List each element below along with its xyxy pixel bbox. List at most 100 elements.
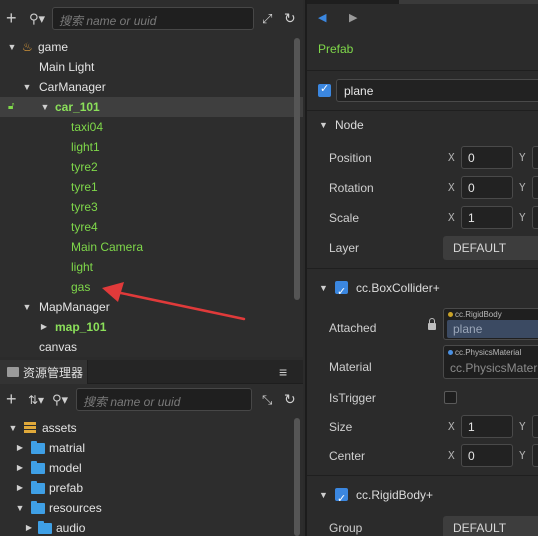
chevron-down-icon[interactable]: ▼	[319, 482, 328, 508]
group-dropdown[interactable]: DEFAULT	[443, 516, 538, 536]
tree-row[interactable]: light1	[0, 137, 303, 157]
axis-x-label: X	[448, 181, 455, 194]
chevron-right-icon[interactable]: ▶	[24, 518, 34, 536]
tree-row-game[interactable]: ▼ ♨ game	[0, 37, 303, 57]
center-y-input[interactable]	[532, 444, 538, 467]
tree-row-gas[interactable]: gas	[0, 277, 303, 297]
folder-icon	[38, 521, 52, 534]
tree-label: light	[71, 260, 94, 274]
tree-row-selected[interactable]: 🔓︎ ▼ car_101	[0, 97, 303, 117]
center-x-input[interactable]: 0	[461, 444, 513, 467]
hierarchy-scrollbar[interactable]	[294, 38, 300, 300]
menu-icon[interactable]: ≡	[279, 364, 287, 380]
tree-label: canvas	[39, 340, 78, 354]
folder-icon	[31, 461, 45, 474]
axis-y-label: Y	[519, 211, 526, 224]
chevron-down-icon[interactable]: ▼	[319, 112, 328, 138]
assets-tabbar: 资源管理器 ≡	[0, 360, 303, 384]
forward-arrow-icon[interactable]: ▶	[349, 11, 357, 24]
search-filter-icon[interactable]: ⚲▾	[52, 392, 68, 408]
collapse-icon[interactable]: ⤡	[262, 392, 272, 408]
tree-label: Main Camera	[71, 240, 144, 254]
position-y-input[interactable]	[532, 146, 538, 169]
tree-row[interactable]: tyre1	[0, 177, 303, 197]
hierarchy-search-input[interactable]: 搜索 name or uuid	[52, 7, 254, 30]
tree-row[interactable]: taxi04	[0, 117, 303, 137]
axis-y-label: Y	[519, 420, 526, 433]
tab-assets[interactable]: 资源管理器	[0, 360, 88, 384]
size-x-input[interactable]: 1	[461, 415, 513, 438]
assets-search-input[interactable]: 搜索 name or uuid	[76, 388, 252, 411]
chevron-down-icon[interactable]: ▼	[15, 498, 25, 518]
chevron-down-icon[interactable]: ▼	[319, 275, 328, 301]
axis-y-label: Y	[519, 449, 526, 462]
scale-x-input[interactable]: 1	[461, 206, 513, 229]
node-active-checkbox[interactable]	[318, 82, 331, 97]
divider	[307, 268, 538, 269]
back-arrow-icon[interactable]: ◀	[318, 11, 326, 24]
chevron-down-icon[interactable]: ▼	[22, 77, 32, 97]
add-icon[interactable]: +	[6, 390, 17, 408]
chevron-right-icon[interactable]: ▶	[15, 478, 25, 498]
asset-row[interactable]: ▼ resources	[0, 498, 303, 518]
tree-row[interactable]: tyre2	[0, 157, 303, 177]
attached-label: Attached	[329, 321, 377, 335]
tree-row[interactable]: Main Camera	[0, 237, 303, 257]
tree-label: tyre4	[71, 220, 98, 234]
tree-row[interactable]: ▼ MapManager	[0, 297, 303, 317]
attached-type-tag: cc.RigidBody	[448, 310, 502, 319]
asset-row[interactable]: ▶ matrial	[0, 438, 303, 458]
node-name-input[interactable]: plane	[336, 79, 538, 102]
tree-label: light1	[71, 140, 100, 154]
section-title: cc.RigidBody+	[356, 488, 434, 502]
asset-row-assets[interactable]: ▼ assets	[0, 418, 303, 438]
tree-row[interactable]: tyre3	[0, 197, 303, 217]
expand-icon[interactable]: ⤢	[262, 11, 272, 27]
size-y-input[interactable]	[532, 415, 538, 438]
asset-label: resources	[49, 501, 102, 515]
tree-row[interactable]: canvas	[0, 337, 303, 357]
chevron-down-icon[interactable]: ▼	[40, 97, 50, 117]
add-icon[interactable]: +	[6, 9, 17, 27]
assets-panel: 资源管理器 ≡ + ⇅▾ ⚲▾ 搜索 name or uuid ⤡ ↻ ▼ as…	[0, 360, 303, 536]
layer-dropdown[interactable]: DEFAULT	[443, 236, 538, 260]
asset-row[interactable]: ▶ audio	[0, 518, 303, 536]
boxcollider-enabled-checkbox[interactable]	[335, 279, 348, 305]
asset-label: assets	[42, 421, 77, 435]
chevron-right-icon[interactable]: ▶	[15, 458, 25, 478]
material-ref-field[interactable]: cc.PhysicsMaterial cc.PhysicsMaterial	[443, 345, 538, 379]
search-filter-icon[interactable]: ⚲▾	[29, 11, 45, 27]
position-x-input[interactable]: 0	[461, 146, 513, 169]
tree-row[interactable]: ▼ CarManager	[0, 77, 303, 97]
chevron-down-icon[interactable]: ▼	[22, 297, 32, 317]
refresh-icon[interactable]: ↻	[284, 10, 296, 26]
rigidbody-section-header[interactable]: ▼ cc.RigidBody+	[307, 482, 538, 512]
rotation-x-input[interactable]: 0	[461, 176, 513, 199]
attached-ref-field[interactable]: cc.RigidBody plane	[443, 308, 538, 340]
divider	[307, 475, 538, 476]
asset-row[interactable]: ▶ model	[0, 458, 303, 478]
node-section-header[interactable]: ▼ Node	[307, 112, 538, 138]
rotation-label: Rotation	[329, 181, 374, 195]
rigidbody-enabled-checkbox[interactable]	[335, 486, 348, 512]
asset-row[interactable]: ▶ prefab	[0, 478, 303, 498]
refresh-icon[interactable]: ↻	[284, 391, 296, 407]
chevron-right-icon[interactable]: ▶	[39, 317, 49, 337]
tree-row[interactable]: light	[0, 257, 303, 277]
istrigger-checkbox[interactable]	[444, 391, 457, 404]
attached-value: plane	[453, 322, 483, 336]
boxcollider-section-header[interactable]: ▼ cc.BoxCollider+	[307, 275, 538, 305]
component-dot-icon	[448, 312, 453, 318]
sort-icon[interactable]: ⇅▾	[28, 392, 44, 408]
assets-scrollbar[interactable]	[294, 418, 300, 536]
tree-row[interactable]: ▶ map_101	[0, 317, 303, 337]
tree-row[interactable]: Main Light	[0, 57, 303, 77]
chevron-down-icon[interactable]: ▼	[8, 418, 18, 438]
rotation-y-input[interactable]	[532, 176, 538, 199]
unlock-icon[interactable]: 🔓︎	[8, 97, 14, 117]
material-label: Material	[329, 360, 372, 374]
scale-y-input[interactable]	[532, 206, 538, 229]
chevron-right-icon[interactable]: ▶	[15, 438, 25, 458]
chevron-down-icon[interactable]: ▼	[7, 37, 17, 57]
tree-row[interactable]: tyre4	[0, 217, 303, 237]
